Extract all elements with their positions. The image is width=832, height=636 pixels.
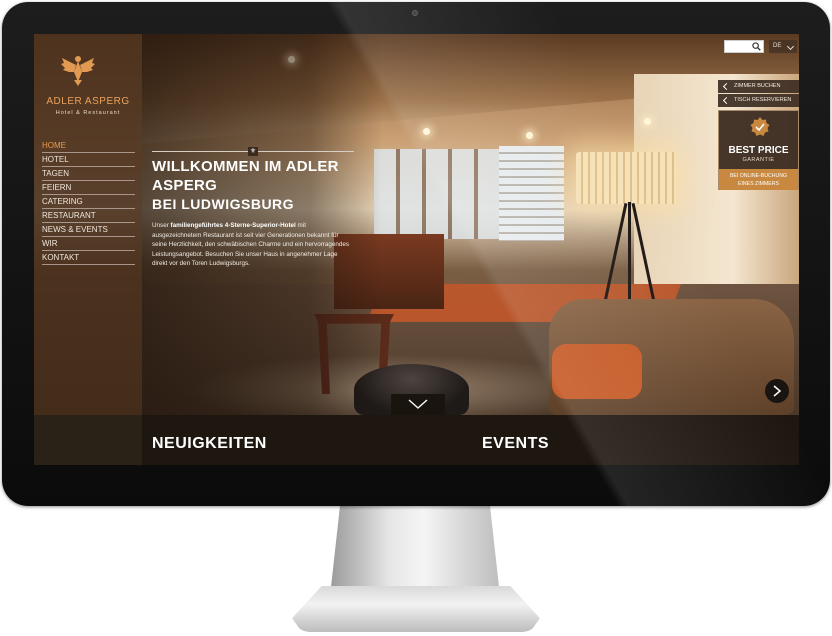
best-price-note: BEI ONLINE-BUCHUNG EINES ZIMMERS [719, 169, 798, 190]
scroll-down-button[interactable] [391, 394, 445, 415]
sidebar: ADLER ASPERG Hotel & Restaurant HOME HOT… [34, 34, 142, 415]
chevron-down-icon [786, 42, 795, 51]
nav-item-news-events[interactable]: NEWS & EVENTS [42, 223, 135, 237]
best-price-note-line1: BEI ONLINE-BUCHUNG [729, 173, 788, 179]
check-badge-icon [750, 117, 770, 136]
hero-ceiling-light [423, 128, 430, 135]
book-room-button[interactable]: ZIMMER BUCHEN [718, 80, 799, 93]
main-nav: HOME HOTEL TAGEN FEIERN CATERING RESTAUR… [42, 139, 135, 265]
hero-window-blinds [499, 146, 564, 241]
nav-item-catering[interactable]: CATERING [42, 195, 135, 209]
best-price-title: BEST PRICE [728, 145, 789, 156]
search-icon[interactable] [752, 42, 761, 51]
nav-item-home[interactable]: HOME [42, 139, 135, 153]
chevron-left-icon [722, 96, 731, 105]
nav-item-restaurant[interactable]: RESTAURANT [42, 209, 135, 223]
welcome-title: WILLKOMMEN IM ADLER ASPERG [152, 158, 339, 194]
hero-ceiling-light [526, 132, 533, 139]
monitor-stand-neck [330, 504, 500, 596]
nav-item-wir[interactable]: WIR [42, 237, 135, 251]
monitor-stand-base [292, 586, 540, 632]
reserve-table-button[interactable]: TISCH RESERVIEREN [718, 94, 799, 107]
nav-item-hotel[interactable]: HOTEL [42, 153, 135, 167]
content-band [34, 415, 799, 465]
chevron-left-icon [722, 82, 731, 91]
news-heading[interactable]: NEUIGKEITEN [152, 435, 267, 453]
website-screen: ADLER ASPERG Hotel & Restaurant HOME HOT… [34, 34, 799, 465]
brand-subtitle: Hotel & Restaurant [55, 110, 121, 116]
best-price-badge[interactable]: BEST PRICE GARANTIE BEI ONLINE-BUCHUNG E… [718, 110, 799, 190]
welcome-text-prefix: Unser [152, 222, 171, 229]
language-select[interactable]: DE [769, 40, 797, 53]
next-slide-button[interactable] [765, 379, 789, 403]
nav-item-tagen[interactable]: TAGEN [42, 167, 135, 181]
nav-item-kontakt[interactable]: KONTAKT [42, 251, 135, 265]
book-room-label: ZIMMER BUCHEN [734, 83, 781, 89]
hero-image [34, 34, 799, 415]
eagle-icon[interactable] [60, 52, 96, 88]
nav-item-feiern[interactable]: FEIERN [42, 181, 135, 195]
webcam [412, 10, 418, 16]
welcome-text: Unser familiengeführtes 4-Sterne-Superio… [152, 221, 350, 269]
sidebar-footer [34, 415, 142, 465]
best-price-subtitle: GARANTIE [742, 157, 775, 163]
welcome-subtitle: BEI LUDWIGSBURG [152, 196, 295, 212]
crest-icon: ⚜ [248, 147, 258, 156]
hero-floor-lamp [576, 152, 676, 204]
chevron-right-icon [773, 385, 782, 397]
language-value: DE [773, 43, 782, 49]
events-heading[interactable]: EVENTS [482, 435, 549, 453]
hero-armchair-seat [552, 344, 642, 399]
chevron-down-icon [408, 399, 428, 409]
welcome-text-highlight: familiengeführtes 4-Sterne-Superior-Hote… [170, 222, 296, 229]
best-price-note-line2: EINES ZIMMERS [738, 181, 779, 187]
reserve-table-label: TISCH RESERVIEREN [734, 97, 792, 103]
brand-name[interactable]: ADLER ASPERG [34, 96, 142, 107]
hero-ceiling-light [644, 118, 651, 125]
